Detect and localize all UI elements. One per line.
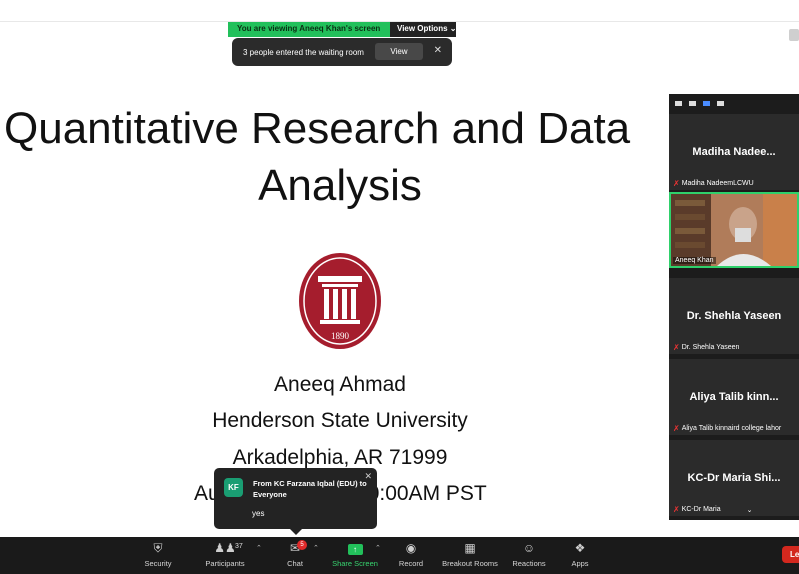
slide-city: Arkadelphia, AR 71999	[232, 446, 448, 469]
participants-count: 37	[235, 543, 243, 550]
slide-university: Henderson State University	[212, 409, 468, 432]
seal-year: 1890	[331, 331, 350, 341]
popup-tail	[290, 529, 302, 535]
apps-label: Apps	[571, 559, 589, 568]
participant-tile[interactable]: Dr. Shehla Yaseen ✗ Dr. Shehla Yaseen	[669, 278, 799, 354]
participants-icon: ♟♟	[214, 541, 236, 555]
participant-video-tile[interactable]: Aneeq Khan	[669, 192, 799, 268]
slide-title-line-2: Analysis	[258, 161, 422, 210]
participant-caption: Aneeq Khan	[673, 257, 716, 264]
slide-title-line-1: Quantitative Research and Data	[4, 104, 631, 153]
caption-text: Aneeq Khan	[675, 257, 714, 264]
chat-badge: 5	[297, 540, 307, 550]
view-options-button[interactable]: View Options ⌄	[390, 22, 456, 37]
muted-mic-icon: ✗	[673, 505, 680, 514]
participants-label: Participants	[205, 559, 245, 568]
muted-mic-icon: ✗	[673, 343, 680, 352]
waiting-room-view-button[interactable]: View	[375, 43, 423, 60]
security-label: Security	[144, 559, 172, 568]
chat-notification[interactable]: KF From KC Farzana Iqbal (EDU) to Everyo…	[214, 468, 377, 535]
leave-button[interactable]: Le	[782, 546, 799, 563]
gallery-view-controls	[669, 94, 799, 112]
security-button[interactable]: ⛨ Security	[123, 541, 193, 568]
waiting-room-text: 3 people entered the waiting room	[243, 47, 364, 57]
chevron-up-icon[interactable]: ⌃	[313, 544, 319, 552]
viewing-banner: You are viewing Aneeq Khan's screen View…	[228, 22, 456, 37]
participant-tile[interactable]: Madiha Nadee... ✗ Madiha NadeemLCWU	[669, 114, 799, 190]
video-feed	[671, 194, 797, 266]
participant-gallery: Madiha Nadee... ✗ Madiha NadeemLCWU Aneeq…	[669, 94, 799, 520]
shield-icon: ⛨	[153, 541, 163, 555]
muted-mic-icon: ✗	[673, 424, 680, 433]
participant-caption: ✗ KC-Dr Maria ⌄	[673, 505, 752, 514]
participant-caption: ✗ Dr. Shehla Yaseen	[673, 343, 739, 352]
slide-author: Aneeq Ahmad	[274, 373, 406, 396]
participant-tile[interactable]: Aliya Talib kinn... ✗ Aliya Talib kinnair…	[669, 359, 799, 435]
minimize-icon[interactable]	[675, 100, 682, 106]
caption-text: Dr. Shehla Yaseen	[681, 344, 740, 351]
grid-view-icon[interactable]	[717, 100, 724, 106]
strip-view-icon[interactable]	[703, 100, 710, 106]
apps-icon: ❖	[574, 541, 586, 555]
caption-text: Aliya Talib kinnaird college lahor	[681, 425, 782, 432]
slide-date-right: 0:00AM PST	[367, 482, 487, 505]
muted-mic-icon: ✗	[673, 179, 680, 188]
caption-text: Madiha NadeemLCWU	[681, 180, 754, 187]
apps-button[interactable]: ❖ Apps	[545, 541, 615, 568]
chat-message: yes	[252, 509, 265, 518]
chevron-down-icon[interactable]: ⌄	[747, 506, 753, 514]
participant-caption: ✗ Madiha NadeemLCWU	[673, 179, 754, 188]
caption-text: KC-Dr Maria	[681, 506, 721, 513]
participants-button[interactable]: ♟♟ Participants	[190, 541, 260, 568]
university-seal-icon: 1890	[299, 253, 381, 349]
window-control-icon[interactable]	[789, 29, 799, 41]
chat-sender: From KC Farzana Iqbal (EDU) to Everyone	[253, 479, 367, 499]
waiting-room-notice: 3 people entered the waiting room View ✕	[232, 38, 452, 66]
close-icon[interactable]: ✕	[434, 45, 442, 56]
participant-caption: ✗ Aliya Talib kinnaird college lahor	[673, 424, 781, 433]
avatar: KF	[224, 478, 243, 497]
participant-tile[interactable]: KC-Dr Maria Shi... ✗ KC-Dr Maria ⌄	[669, 440, 799, 516]
viewing-screen-label: You are viewing Aneeq Khan's screen	[228, 22, 390, 37]
single-view-icon[interactable]	[689, 100, 696, 106]
meeting-toolbar: ⛨ Security ♟♟ Participants 37 ⌃ ✉ Chat 5…	[0, 537, 799, 574]
zoom-window: You are viewing Aneeq Khan's screen View…	[0, 0, 799, 574]
close-icon[interactable]: ✕	[364, 471, 372, 482]
